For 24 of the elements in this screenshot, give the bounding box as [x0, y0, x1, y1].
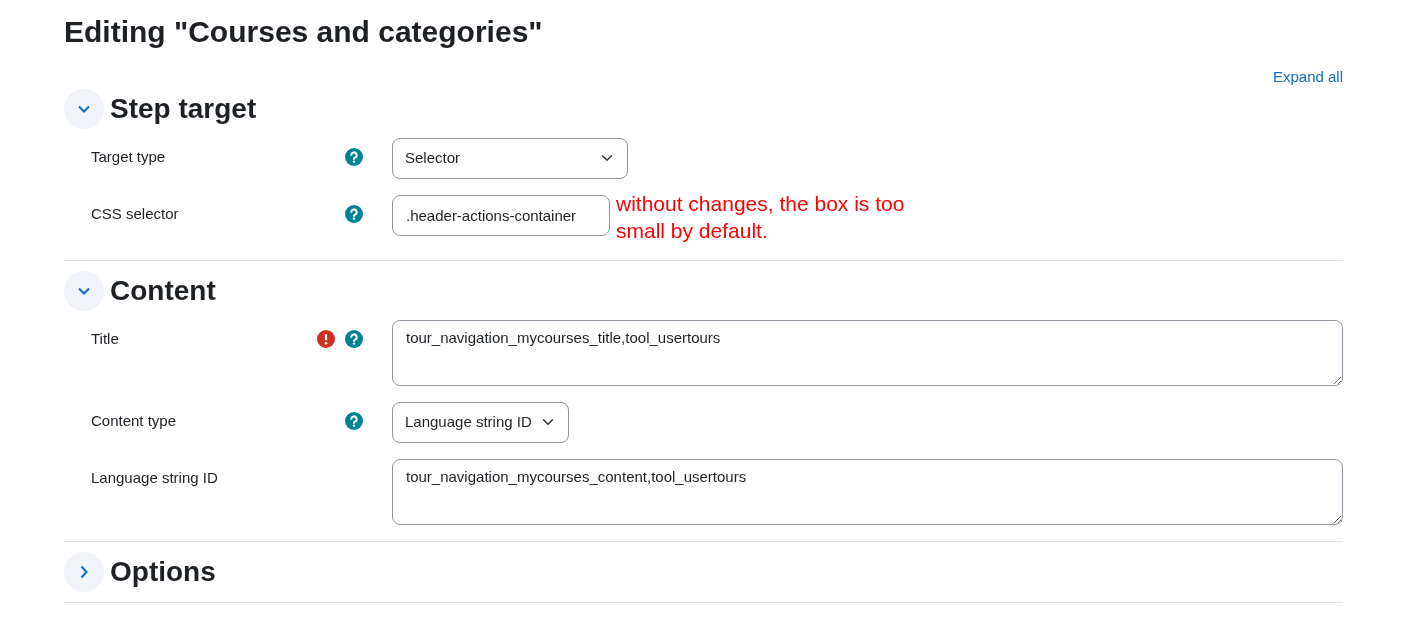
select-field[interactable]: Language string ID [392, 401, 569, 443]
field-label: CSS selector [91, 203, 180, 224]
section-title: Content [110, 273, 216, 308]
section-toggle[interactable] [64, 551, 104, 592]
error-icon [317, 329, 335, 348]
help-icon[interactable] [345, 147, 363, 166]
help-icon[interactable] [345, 204, 363, 223]
section-toggle[interactable] [64, 88, 104, 129]
field-label: Content type [91, 410, 178, 431]
field-label: Target type [91, 146, 167, 167]
help-icon[interactable] [345, 411, 363, 430]
section-title: Options [110, 554, 216, 589]
section-title: Step target [110, 91, 257, 126]
section-toggle[interactable] [64, 270, 104, 311]
field-label: Language string ID [91, 467, 219, 488]
expand-all-link[interactable]: Expand all [1272, 66, 1343, 89]
annotation-text: without changes, the box is too small by default. [616, 190, 906, 244]
text-field[interactable]: .header-actions-container [392, 194, 610, 236]
text-area[interactable]: tour_navigation_mycourses_content,tool_usertours [392, 458, 1343, 525]
help-icon[interactable] [345, 329, 363, 348]
text-area[interactable]: tour_navigation_mycourses_title,tool_usertours [392, 319, 1343, 386]
select-field[interactable]: Selector [392, 137, 628, 179]
page-title: Editing "Courses and categories" [64, 14, 544, 50]
field-label: Title [91, 328, 120, 349]
